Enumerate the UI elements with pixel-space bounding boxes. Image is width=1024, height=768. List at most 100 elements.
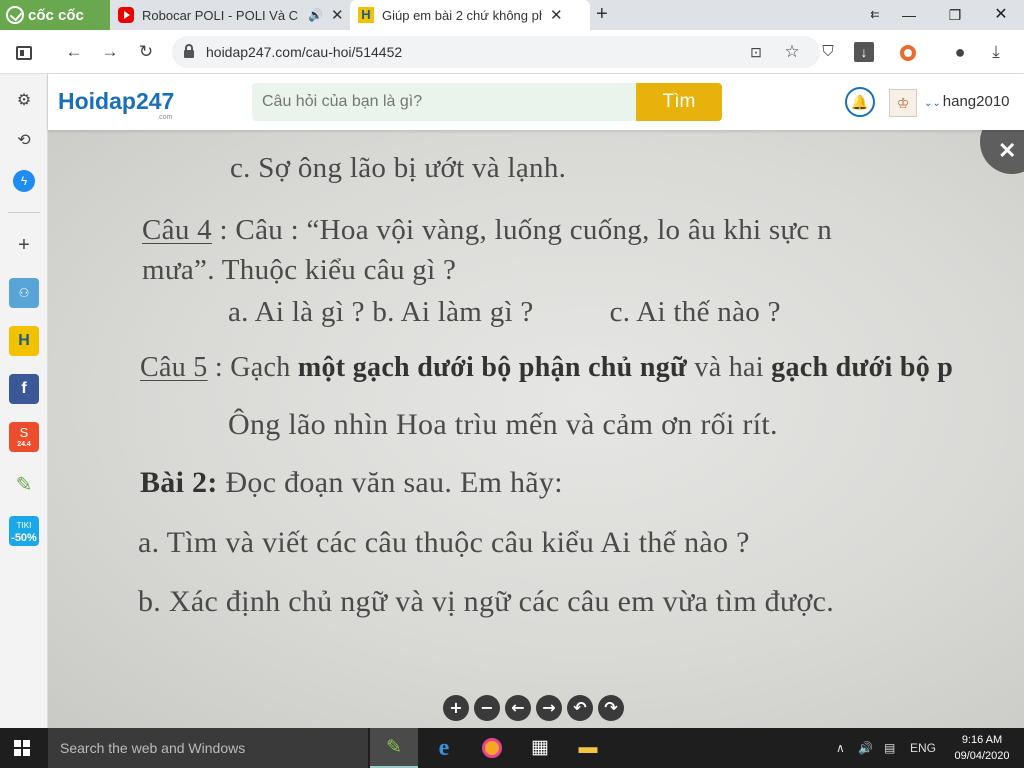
- facebook-icon[interactable]: f: [9, 374, 39, 404]
- photo-line: Câu 4 : Câu : “Hoa vội vàng, luống cuống…: [142, 214, 832, 247]
- sidebar-divider: [8, 212, 40, 213]
- tab-title: Giúp em bài 2 chứ không phả: [382, 7, 542, 23]
- shortcut-app-icon[interactable]: ⚇: [9, 278, 39, 308]
- lock-icon: [184, 44, 194, 58]
- question-label: Câu 5: [140, 352, 208, 383]
- close-viewer-button[interactable]: ✕: [980, 130, 1024, 174]
- close-icon: ✕: [998, 138, 1017, 163]
- photo-line: Câu 5 : Gạch một gạch dưới bộ phận chủ n…: [140, 352, 953, 384]
- photo-text: Đọc đoạn văn sau. Em hãy:: [217, 466, 563, 499]
- search-button[interactable]: Tìm: [636, 83, 722, 121]
- store-icon[interactable]: ▦: [516, 728, 564, 768]
- address-bar[interactable]: hoidap247.com/cau-hoi/514452: [172, 36, 820, 68]
- next-icon[interactable]: →: [536, 695, 562, 721]
- sidebar-toggle-icon[interactable]: [12, 40, 36, 64]
- browser-taskbar-icon[interactable]: [468, 728, 516, 768]
- hoidap247-shortcut-icon[interactable]: H: [9, 326, 39, 356]
- previous-icon[interactable]: ←: [505, 695, 531, 721]
- add-shortcut-button[interactable]: +: [9, 230, 39, 260]
- windows-start-icon[interactable]: [14, 740, 30, 756]
- maximize-button[interactable]: ❐: [932, 0, 978, 30]
- tiki-shortcut[interactable]: TIKI -50%: [9, 516, 39, 546]
- bookmark-star-icon[interactable]: ☆: [780, 40, 804, 64]
- question-image-viewer: ✕ c. Sợ ông lão bị ướt và lạnh. Câu 4 : …: [48, 130, 1024, 728]
- photo-text: a. Ai là gì ? b. Ai làm gì ?: [228, 296, 534, 328]
- browser-brand: cốc cốc: [28, 6, 84, 24]
- photo-text: : Gạch: [207, 352, 298, 383]
- photo-text-bold: Bài 2:: [140, 466, 218, 499]
- shield-icon[interactable]: ⛉: [816, 40, 840, 64]
- profile-icon[interactable]: ●: [948, 40, 972, 64]
- viewer-controls: + − ← → ↶ ↷: [443, 695, 624, 721]
- photo-text-bold: một gạch dưới bộ phận chủ ngữ: [297, 352, 688, 383]
- tab-hoidap247[interactable]: H Giúp em bài 2 chứ không phả ✕: [350, 0, 590, 30]
- action-center-icon[interactable]: ▤: [884, 728, 895, 768]
- rotate-right-icon[interactable]: ↷: [598, 695, 624, 721]
- minimize-button[interactable]: —: [886, 0, 932, 30]
- settings-gear-icon[interactable]: ⚙: [9, 86, 39, 116]
- screen: cốc cốc Robocar POLI - POLI Và C 🔊 ✕ H G…: [0, 0, 1024, 768]
- zoom-in-icon[interactable]: +: [443, 695, 469, 721]
- photo-line: a. Ai là gì ? b. Ai làm gì ? c. Ai thế nà…: [228, 296, 781, 329]
- rotate-left-icon[interactable]: ↶: [567, 695, 593, 721]
- back-button[interactable]: ←: [62, 40, 86, 64]
- translate-icon[interactable]: ⊡: [744, 40, 768, 64]
- coccoc-taskbar-icon[interactable]: ✎: [370, 728, 418, 768]
- photo-line: mưa”. Thuộc kiểu câu gì ?: [142, 254, 457, 286]
- browser-tab-strip: cốc cốc Robocar POLI - POLI Và C 🔊 ✕ H G…: [0, 0, 1024, 30]
- user-menu[interactable]: ⌄⌄ hang2010: [924, 93, 1010, 110]
- browser-toolbar: ← → ↻ hoidap247.com/cau-hoi/514452 ⊡ ☆ ⛉…: [0, 30, 1024, 74]
- messenger-icon[interactable]: ϟ: [9, 166, 39, 196]
- youtube-icon: [118, 7, 134, 23]
- new-tab-button[interactable]: +: [596, 3, 608, 26]
- photo-text: và hai: [687, 352, 772, 383]
- url-text: hoidap247.com/cau-hoi/514452: [206, 44, 403, 60]
- volume-icon[interactable]: 🔊: [858, 728, 873, 768]
- windows-taskbar: Search the web and Windows ✎ e ▦ ▬ ∧ 🔊 ▤…: [0, 728, 1024, 768]
- downloads-icon[interactable]: ⤓: [984, 40, 1008, 64]
- photo-text-bold: gạch dưới bộ p: [771, 352, 954, 383]
- hoidap247-logo[interactable]: Hoidap247 .com: [58, 88, 175, 121]
- forward-button[interactable]: →: [98, 40, 122, 64]
- clock[interactable]: 9:16 AM 09/04/2020: [944, 732, 1020, 764]
- coccoc-menu-button[interactable]: cốc cốc: [0, 0, 110, 30]
- question-label: Câu 4: [142, 214, 212, 246]
- chevron-up-icon[interactable]: ∧: [836, 728, 845, 768]
- tiki-label: TIKI: [16, 521, 32, 530]
- tiki-discount: -50%: [11, 532, 37, 544]
- history-icon[interactable]: ⟲: [9, 126, 39, 156]
- photo-text: : Câu : “Hoa vội vàng, luống cuống, lo â…: [211, 214, 833, 246]
- tab-robocar-poli[interactable]: Robocar POLI - POLI Và C 🔊 ✕: [110, 0, 350, 30]
- clock-date: 09/04/2020: [954, 750, 1010, 762]
- reload-button[interactable]: ↻: [134, 40, 158, 64]
- question-search-input[interactable]: [252, 83, 636, 121]
- photo-line: a. Tìm và viết các câu thuộc câu kiểu Ai…: [138, 526, 750, 559]
- close-window-button[interactable]: ✕: [978, 0, 1024, 30]
- photo-line: c. Sợ ông lão bị ướt và lạnh.: [230, 152, 567, 184]
- taskbar-search[interactable]: Search the web and Windows: [48, 728, 368, 768]
- site-header: Hoidap247 .com Tìm 🔔 ♔ ⌄⌄hang2010: [48, 74, 1024, 130]
- logo-text: Hoidap247: [58, 88, 175, 114]
- clock-time: 9:16 AM: [961, 734, 1003, 746]
- close-tab-icon[interactable]: ✕: [331, 6, 344, 24]
- coccoc-sidebar: ⚙ ⟲ ϟ + ⚇ H f S 24.4 ✎ TIKI -50%: [0, 74, 48, 728]
- coccoc-logo-icon: [6, 6, 24, 24]
- shopee-bag-icon: S: [19, 425, 29, 440]
- close-tab-icon[interactable]: ✕: [550, 6, 563, 24]
- photo-text: c. Ai thế nào ?: [609, 296, 781, 328]
- coccoc-map-icon[interactable]: ✎: [9, 470, 39, 500]
- language-indicator[interactable]: ENG: [910, 728, 936, 768]
- download-icon[interactable]: ↓: [852, 40, 876, 64]
- edge-icon[interactable]: e: [420, 728, 468, 768]
- file-explorer-icon[interactable]: ▬: [564, 728, 612, 768]
- username: hang2010: [942, 93, 1010, 110]
- shopee-icon[interactable]: S 24.4: [9, 422, 39, 452]
- coccoc-extension-icon[interactable]: [896, 40, 920, 64]
- avatar[interactable]: ♔: [889, 89, 917, 117]
- photo-line: b. Xác định chủ ngữ và vị ngữ các câu em…: [138, 585, 835, 618]
- photo-line: Bài 2: Đọc đoạn văn sau. Em hãy:: [140, 466, 563, 500]
- notification-bell-icon[interactable]: 🔔: [845, 87, 875, 117]
- chevron-down-icon: ⌄⌄: [924, 98, 941, 109]
- zoom-out-icon[interactable]: −: [474, 695, 500, 721]
- speaker-icon[interactable]: 🔊: [308, 8, 323, 22]
